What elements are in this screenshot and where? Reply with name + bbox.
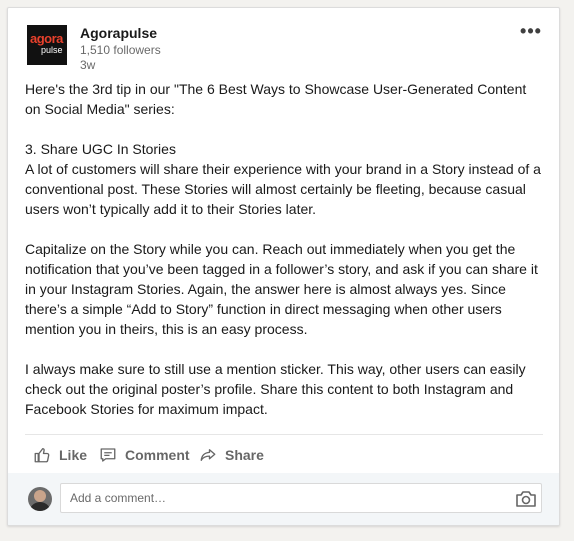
post-body: Here's the 3rd tip in our "The 6 Best Wa…	[25, 79, 545, 419]
comment-bar	[8, 473, 559, 525]
post-card: agora pulse Agorapulse 1,510 followers 3…	[7, 7, 560, 526]
post-paragraph: I always make sure to still use a mentio…	[25, 361, 526, 417]
comment-input[interactable]	[60, 483, 542, 513]
post-paragraph: 3. Share UGC In Stories A lot of custome…	[25, 141, 541, 217]
post-time: 3w	[80, 58, 96, 72]
company-logo[interactable]: agora pulse	[27, 25, 67, 65]
comment-icon	[100, 448, 116, 462]
comment-button[interactable]: Comment	[99, 444, 190, 466]
avatar[interactable]	[28, 487, 52, 511]
author-name[interactable]: Agorapulse	[80, 25, 157, 41]
like-label: Like	[59, 447, 88, 463]
post-paragraph: Here's the 3rd tip in our "The 6 Best Wa…	[25, 81, 527, 117]
divider	[25, 434, 543, 435]
share-label: Share	[225, 447, 264, 463]
like-button[interactable]: Like	[33, 444, 87, 466]
post-header: agora pulse Agorapulse 1,510 followers 3…	[27, 21, 547, 73]
logo-text-agora: agora	[30, 31, 63, 46]
logo-text-pulse: pulse	[41, 45, 63, 55]
avatar-head	[34, 490, 46, 502]
thumbs-up-icon	[34, 447, 50, 463]
post-paragraph: Capitalize on the Story while you can. R…	[25, 241, 538, 337]
share-button[interactable]: Share	[199, 444, 264, 466]
follower-count: 1,510 followers	[80, 43, 161, 57]
more-options-icon[interactable]: •••	[517, 21, 545, 41]
camera-icon[interactable]	[515, 490, 537, 508]
share-arrow-icon	[200, 449, 216, 461]
comment-label: Comment	[125, 447, 190, 463]
avatar-shoulders	[29, 502, 51, 511]
